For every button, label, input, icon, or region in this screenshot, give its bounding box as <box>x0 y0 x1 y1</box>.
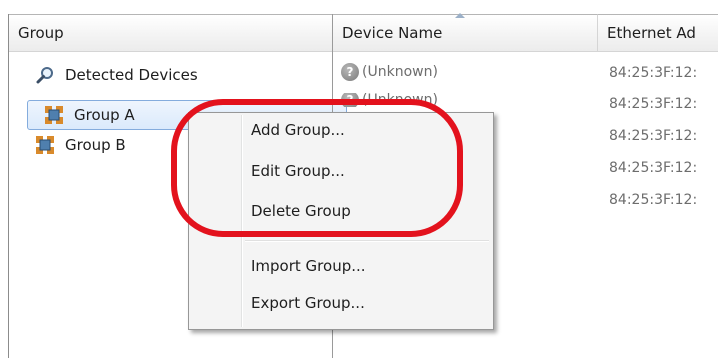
highlight-annotation <box>171 99 463 237</box>
tree-item-label: Group A <box>74 106 135 124</box>
tree-item-label: Group B <box>65 136 126 154</box>
device-manager-window: Group Detected Devices Group A Group B D… <box>0 0 718 358</box>
device-name-column-header[interactable]: Device Name <box>333 13 598 52</box>
group-header-label: Group <box>18 24 64 42</box>
tree-item-group-b[interactable]: Group B <box>35 130 126 160</box>
tree-item-label: Detected Devices <box>65 66 198 84</box>
menu-item-import-group[interactable]: Import Group... <box>251 257 366 275</box>
unknown-device-icon: ? <box>341 63 359 81</box>
tree-item-detected-devices[interactable]: Detected Devices <box>35 60 198 90</box>
column-header-label: Ethernet Ad <box>607 24 696 42</box>
group-icon <box>44 105 64 125</box>
group-icon <box>35 135 55 155</box>
device-name-cell: (Unknown) <box>362 64 438 80</box>
column-header-label: Device Name <box>342 24 443 42</box>
ethernet-address-cell: 84:25:3F:12: <box>609 192 698 208</box>
menu-separator <box>245 240 489 242</box>
ethernet-address-column-header[interactable]: Ethernet Ad <box>598 14 718 52</box>
group-column-header[interactable]: Group <box>9 14 333 52</box>
ethernet-address-cell: 84:25:3F:12: <box>609 128 698 144</box>
ethernet-address-cell: 84:25:3F:12: <box>609 96 698 112</box>
sort-ascending-icon <box>455 13 465 18</box>
menu-item-export-group[interactable]: Export Group... <box>251 294 365 312</box>
table-row[interactable]: ? (Unknown) <box>341 63 438 81</box>
ethernet-address-cell: 84:25:3F:12: <box>609 65 698 81</box>
ethernet-address-cell: 84:25:3F:12: <box>609 160 698 176</box>
magnifier-icon <box>35 65 55 85</box>
